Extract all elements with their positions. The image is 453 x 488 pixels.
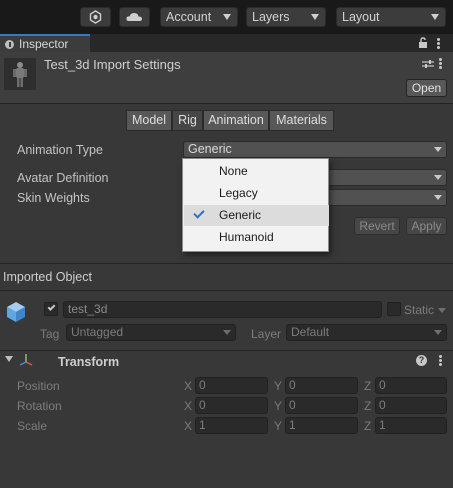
position-label: Position <box>17 379 60 393</box>
z-label: Z <box>364 419 372 433</box>
static-label: Static <box>404 303 435 317</box>
chevron-down-icon[interactable] <box>438 308 446 313</box>
transform-icon <box>18 353 34 370</box>
checkmark-icon <box>193 207 205 219</box>
divider <box>0 290 453 291</box>
x-label: X <box>184 379 193 393</box>
info-icon <box>5 39 14 49</box>
layer-label: Layer <box>251 327 282 341</box>
chevron-down-icon <box>311 14 319 20</box>
z-label: Z <box>364 399 372 413</box>
x-label: X <box>184 419 193 433</box>
lock-icon[interactable] <box>418 37 428 52</box>
tab-rig[interactable]: Rig <box>172 110 203 131</box>
rotation-z-field[interactable]: 0 <box>375 397 447 414</box>
y-label: Y <box>274 399 283 413</box>
position-x-field[interactable]: 0 <box>195 377 268 394</box>
more-options-icon[interactable] <box>436 37 440 50</box>
skin-weights-label: Skin Weights <box>17 191 90 205</box>
more-options-icon[interactable] <box>439 355 443 368</box>
account-dropdown[interactable]: Account <box>160 7 238 27</box>
tab-materials[interactable]: Materials <box>269 110 334 131</box>
tab-animation[interactable]: Animation <box>203 110 269 131</box>
animation-type-dropdown[interactable]: Generic <box>183 141 447 158</box>
preset-icon[interactable] <box>422 58 434 72</box>
revert-button[interactable]: Revert <box>354 217 400 235</box>
scale-x-field[interactable]: 1 <box>195 417 268 434</box>
y-label: Y <box>274 379 283 393</box>
tab-inspector-label: Inspector <box>19 37 69 51</box>
layout-label: Layout <box>342 10 380 24</box>
layers-label: Layers <box>252 10 290 24</box>
avatar-definition-label: Avatar Definition <box>17 171 109 185</box>
tab-model[interactable]: Model <box>126 110 172 131</box>
tag-value: Untagged <box>71 325 124 339</box>
apply-button[interactable]: Apply <box>406 217 447 235</box>
layer-dropdown[interactable]: Default <box>286 324 447 341</box>
y-label: Y <box>274 419 283 433</box>
scale-y-field[interactable]: 1 <box>285 417 358 434</box>
z-label: Z <box>364 379 372 393</box>
rotation-x-field[interactable]: 0 <box>195 397 268 414</box>
tag-dropdown[interactable]: Untagged <box>66 324 236 341</box>
chevron-down-icon <box>223 330 231 335</box>
menu-item-humanoid[interactable]: Humanoid <box>184 227 329 248</box>
divider <box>0 263 453 264</box>
model-preview-icon <box>4 58 36 90</box>
position-z-field[interactable]: 0 <box>375 377 447 394</box>
open-button[interactable]: Open <box>406 79 447 97</box>
menu-item-legacy[interactable]: Legacy <box>184 183 329 204</box>
menu-item-none[interactable]: None <box>184 161 329 182</box>
tag-label: Tag <box>40 327 60 341</box>
cloud-button[interactable] <box>119 7 150 27</box>
chevron-down-icon <box>431 14 439 20</box>
menu-item-label: Legacy <box>219 186 258 200</box>
chevron-down-icon <box>434 195 442 200</box>
chevron-down-icon <box>434 330 442 335</box>
animation-type-menu: None Legacy Generic Humanoid <box>182 158 329 252</box>
menu-item-label: Generic <box>219 208 262 222</box>
transform-title: Transform <box>58 355 120 369</box>
divider <box>0 350 453 351</box>
rotation-y-field[interactable]: 0 <box>285 397 358 414</box>
chevron-down-icon <box>223 14 231 20</box>
cloud-icon <box>126 13 142 21</box>
scale-label: Scale <box>17 419 48 433</box>
layer-value: Default <box>291 325 330 339</box>
position-y-field[interactable]: 0 <box>285 377 358 394</box>
collab-button[interactable] <box>80 7 111 27</box>
collab-icon <box>89 10 102 24</box>
gameobject-cube-icon <box>4 300 28 327</box>
layout-dropdown[interactable]: Layout <box>336 7 446 27</box>
layers-dropdown[interactable]: Layers <box>246 7 326 27</box>
rotation-label: Rotation <box>17 399 62 413</box>
more-options-icon[interactable] <box>439 57 443 70</box>
account-label: Account <box>166 10 212 24</box>
help-icon[interactable]: ? <box>416 355 427 366</box>
scale-z-field[interactable]: 1 <box>375 417 447 434</box>
chevron-down-icon <box>434 147 442 152</box>
chevron-down-icon <box>434 175 442 180</box>
x-label: X <box>184 399 193 413</box>
object-name-field[interactable]: test_3d <box>63 301 382 318</box>
static-checkbox[interactable] <box>387 302 401 316</box>
animation-type-value: Generic <box>188 142 232 156</box>
active-checkbox[interactable] <box>44 302 58 316</box>
menu-item-label: None <box>219 164 248 178</box>
imported-object-heading: Imported Object <box>3 270 92 284</box>
animation-type-label: Animation Type <box>17 143 103 157</box>
page-title: Test_3d Import Settings <box>44 57 181 72</box>
tab-inspector[interactable]: Inspector <box>0 34 90 52</box>
expand-arrow-icon[interactable] <box>5 356 13 362</box>
menu-item-generic[interactable]: Generic <box>184 205 329 226</box>
menu-item-label: Humanoid <box>219 230 274 244</box>
